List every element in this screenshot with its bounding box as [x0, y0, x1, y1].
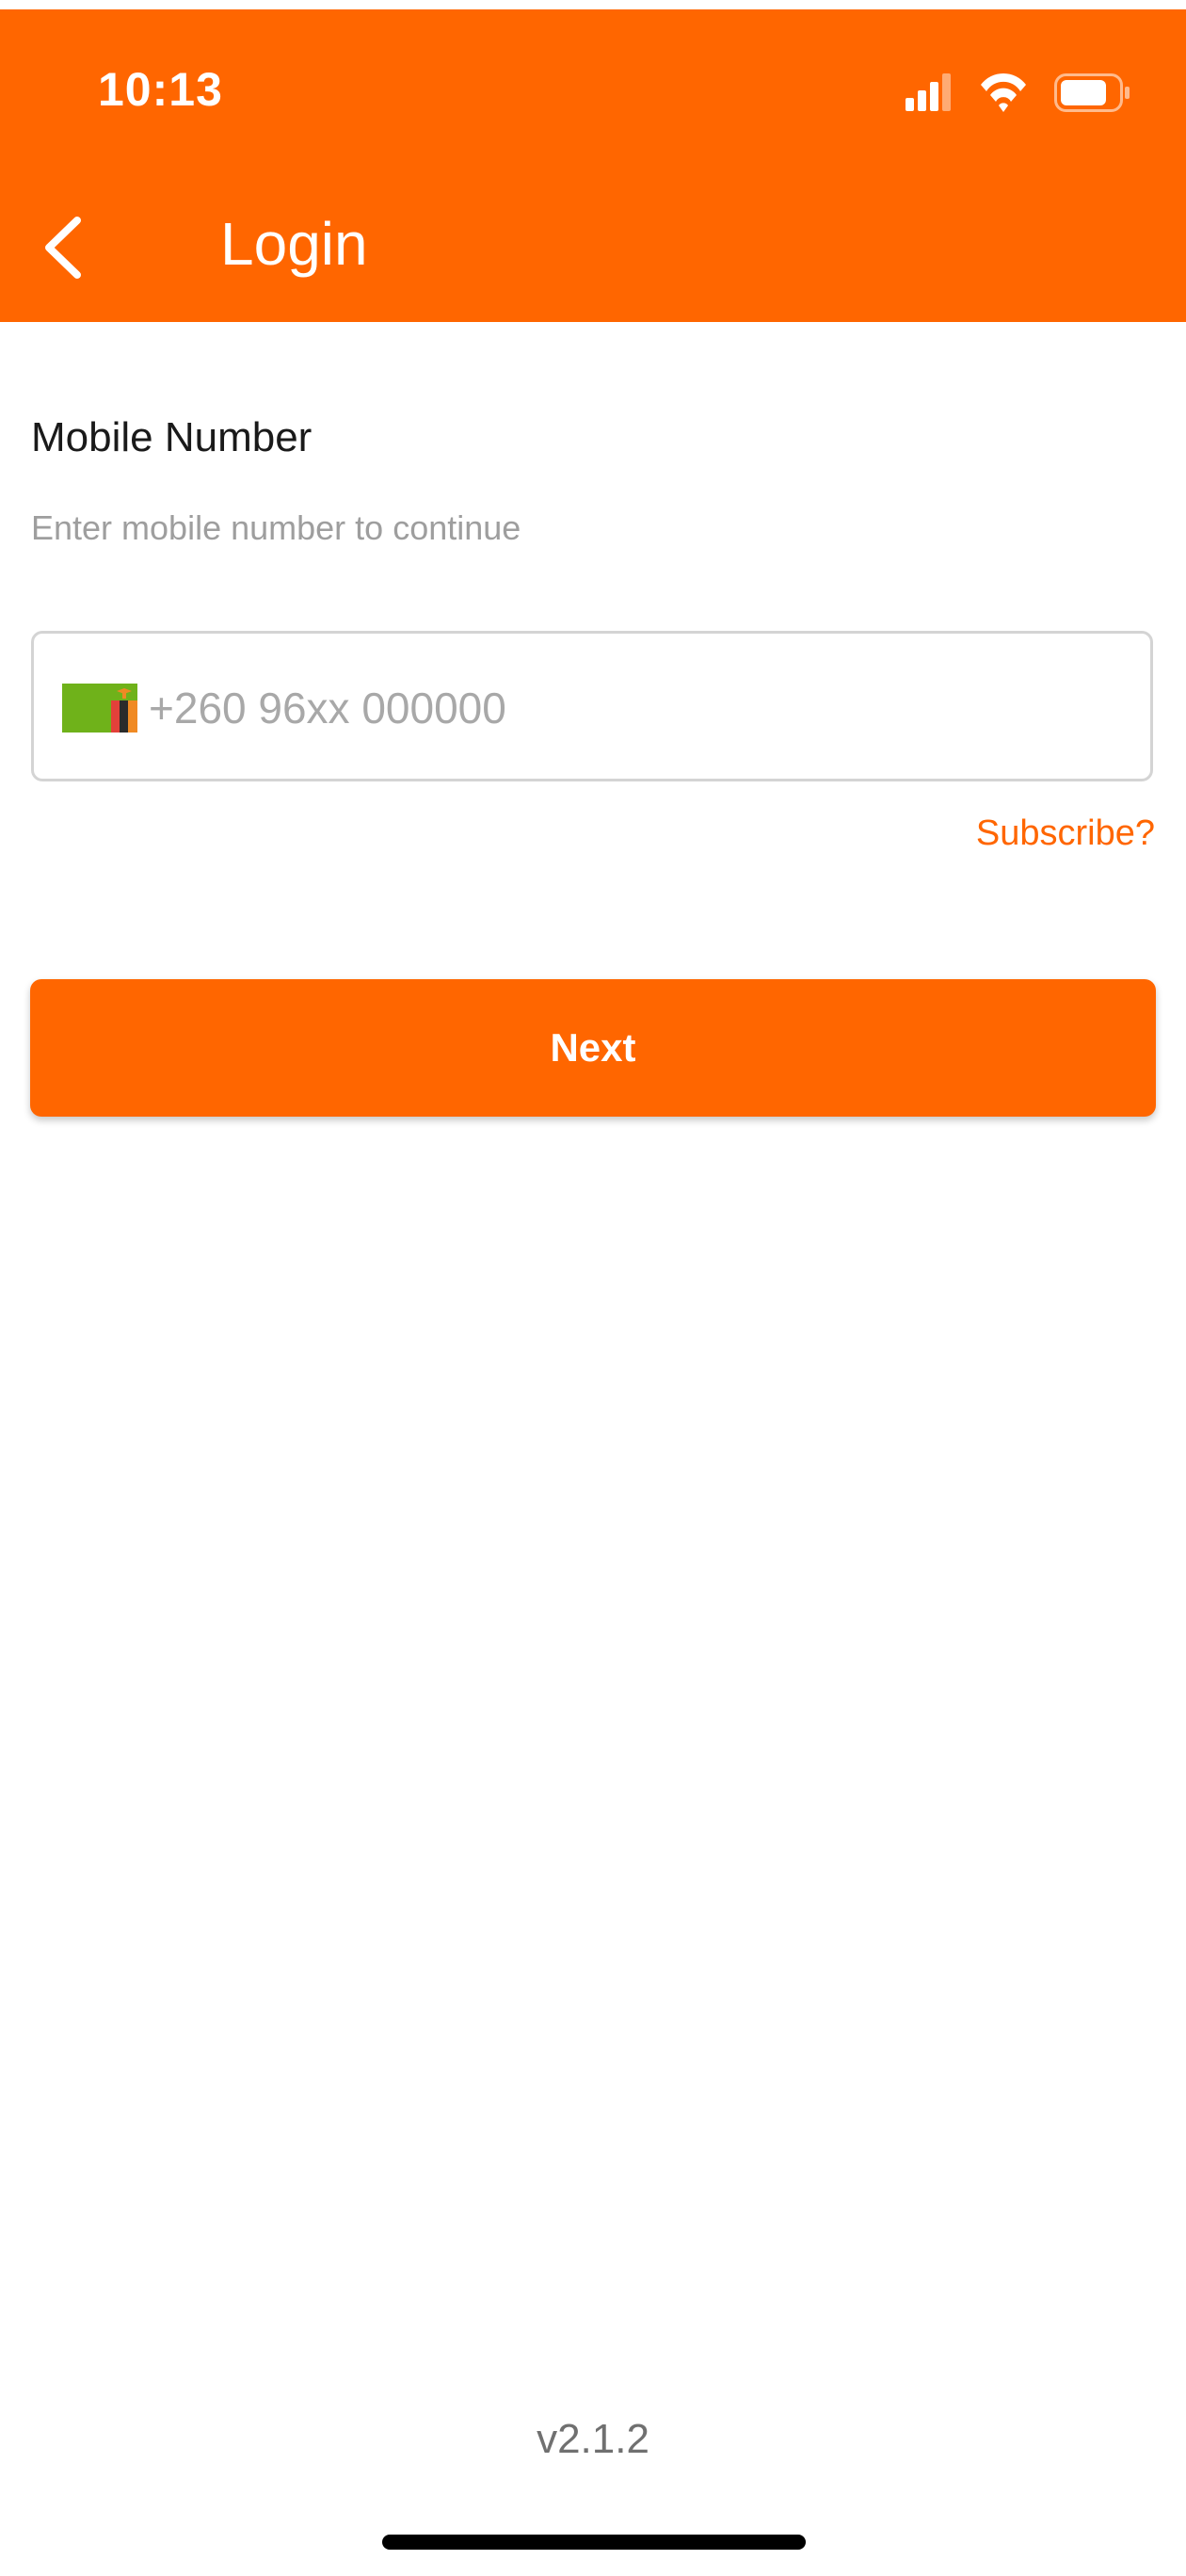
status-time: 10:13 [98, 63, 223, 116]
wifi-icon [981, 73, 1026, 112]
app-header: 10:13 Login [0, 9, 1186, 322]
mobile-number-field[interactable] [31, 631, 1153, 781]
chevron-left-icon [45, 217, 81, 279]
next-button[interactable]: Next [30, 979, 1156, 1117]
battery-icon [1054, 73, 1130, 112]
login-screen: 10:13 Login Mobile Number Enter mobile n… [0, 0, 1186, 2576]
signal-icon [906, 73, 951, 111]
status-icons [906, 73, 1130, 112]
page-title: Login [220, 210, 368, 278]
form-subtitle: Enter mobile number to continue [31, 508, 521, 547]
app-version: v2.1.2 [537, 2416, 649, 2462]
zambia-flag-icon [62, 684, 137, 733]
home-indicator [382, 2535, 806, 2550]
back-button[interactable] [34, 207, 100, 288]
form-title: Mobile Number [31, 414, 313, 460]
mobile-number-input[interactable] [149, 668, 1128, 749]
subscribe-link[interactable]: Subscribe? [976, 813, 1155, 854]
top-edge [0, 0, 1186, 9]
